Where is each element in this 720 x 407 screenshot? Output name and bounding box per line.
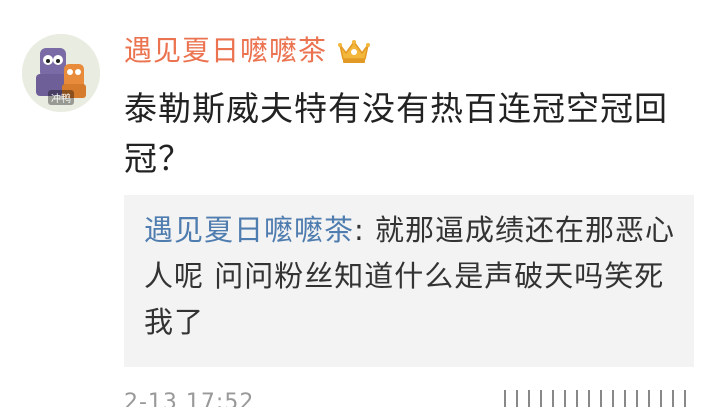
- username[interactable]: 遇见夏日嚒嚒茶: [124, 30, 327, 72]
- quote-username[interactable]: 遇见夏日嚒嚒茶: [144, 213, 354, 247]
- timestamp: 2-13 17:52: [124, 390, 255, 407]
- username-row: 遇见夏日嚒嚒茶: [124, 30, 371, 72]
- action-icon[interactable]: [552, 390, 566, 407]
- action-icon[interactable]: [648, 390, 662, 407]
- action-icon[interactable]: [528, 390, 542, 407]
- quote-separator: :: [354, 213, 376, 247]
- action-icon[interactable]: [600, 390, 614, 407]
- quoted-reply[interactable]: 遇见夏日嚒嚒茶: 就那逼成绩还在那恶心人呢 问问粉丝知道什么是声破天吗笑死我了: [124, 195, 694, 367]
- action-icon[interactable]: [624, 390, 638, 407]
- action-icon[interactable]: [576, 390, 590, 407]
- avatar[interactable]: 冲鸭: [22, 34, 100, 112]
- quote-text-block: 遇见夏日嚒嚒茶: 就那逼成绩还在那恶心人呢 问问粉丝知道什么是声破天吗笑死我了: [144, 207, 676, 345]
- comment-card: 冲鸭 遇见夏日嚒嚒茶 泰勒斯威夫特有没有热百连冠空冠回冠？ 遇见夏日嚒嚒茶: 就…: [0, 0, 720, 407]
- comment-text: 泰勒斯威夫特有没有热百连冠空冠回冠？: [124, 89, 668, 178]
- action-icon[interactable]: [672, 390, 686, 407]
- crown-icon: [338, 40, 371, 63]
- footer-actions: [504, 390, 686, 407]
- action-icon[interactable]: [504, 390, 518, 407]
- comment-footer: 2-13 17:52: [124, 388, 720, 407]
- avatar-badge-text: 冲鸭: [48, 90, 74, 105]
